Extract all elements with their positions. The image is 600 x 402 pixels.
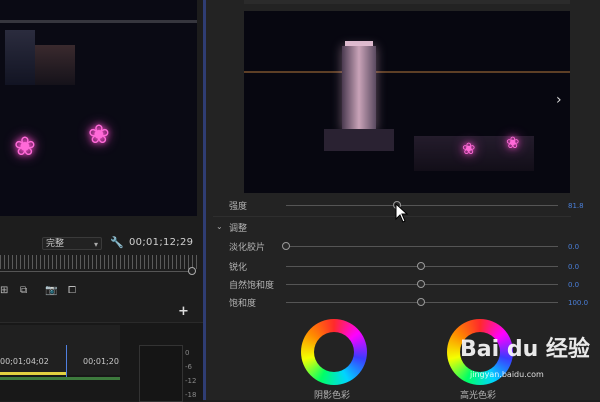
baidu-jingyan-watermark: Bai du 经验	[460, 337, 590, 362]
param-slider-track[interactable]	[286, 246, 558, 247]
meter-tick-label: -6	[185, 363, 192, 371]
compare-view-icon[interactable]: ⧠	[68, 285, 76, 296]
playhead-handle[interactable]	[188, 267, 196, 275]
plus-icon[interactable]: +	[178, 304, 189, 319]
quality-value: 完整	[46, 239, 65, 249]
intensity-slider-track[interactable]	[286, 205, 558, 206]
meter-tick-label: 0	[185, 349, 190, 357]
meter-tick-label: -12	[185, 377, 197, 385]
highlight-tint-label: 高光色彩	[460, 391, 497, 401]
shoreline-lights	[0, 20, 197, 23]
param-value[interactable]: 100.0	[568, 299, 588, 307]
param-value[interactable]: 0.0	[568, 263, 579, 271]
export-frame-icon[interactable]: ⧉	[20, 285, 27, 296]
lotus-light-decoration: ❀	[14, 132, 36, 162]
mouse-cursor-icon	[395, 203, 409, 223]
lotus-light-decoration: ❀	[462, 139, 476, 158]
adjustments-section-title[interactable]: 调整	[229, 221, 247, 234]
param-value[interactable]: 0.0	[568, 243, 579, 251]
chevron-down-icon: ▾	[93, 240, 98, 249]
time-ruler[interactable]	[0, 255, 197, 269]
plaza-area	[0, 170, 197, 216]
render-bar	[0, 377, 120, 380]
timeline-timecode-label: 00;01;20	[83, 357, 119, 366]
shadow-tint-label: 阴影色彩	[314, 391, 351, 401]
skyline-lights	[244, 71, 570, 73]
shadow-tint-wheel[interactable]	[301, 319, 367, 385]
camera-icon[interactable]: 📷	[45, 285, 57, 296]
param-label: 锐化	[229, 263, 248, 273]
insert-icon[interactable]: ⊞	[0, 285, 8, 296]
section-divider	[213, 216, 571, 217]
param-label: 自然饱和度	[229, 281, 275, 291]
watermark-url: jingyan.baidu.com	[470, 370, 544, 379]
lit-tower	[342, 46, 376, 131]
timeline-ruler[interactable]	[0, 325, 120, 375]
timeline-timecode-label: 00;01;04;02	[0, 357, 49, 366]
playback-quality-select[interactable]: 完整 ▾	[42, 237, 102, 250]
intensity-value[interactable]: 81.8	[568, 202, 584, 210]
wheel-center[interactable]	[314, 332, 354, 372]
param-value[interactable]: 0.0	[568, 281, 579, 289]
param-slider-knob[interactable]	[282, 242, 290, 250]
panel-header-strip	[244, 0, 570, 4]
building-silhouette	[5, 30, 35, 85]
chevron-right-icon[interactable]: ›	[556, 92, 562, 108]
param-slider-knob[interactable]	[417, 262, 425, 270]
scrubber-bar[interactable]	[0, 271, 192, 272]
param-label: 饱和度	[229, 299, 257, 309]
building-base	[324, 129, 394, 151]
timeline-marker	[66, 345, 67, 380]
program-timecode[interactable]: 00;01;12;29	[129, 237, 193, 248]
building-silhouette	[35, 45, 75, 85]
audio-meter	[139, 345, 183, 402]
chevron-down-icon[interactable]: ⌄	[216, 222, 223, 231]
param-slider-knob[interactable]	[417, 298, 425, 306]
work-area-bar[interactable]	[0, 372, 66, 375]
lotus-light-decoration: ❀	[88, 120, 110, 150]
lotus-light-decoration: ❀	[506, 133, 520, 152]
param-slider-knob[interactable]	[417, 280, 425, 288]
program-monitor-video[interactable]: ❀ ❀	[0, 0, 197, 216]
intensity-label: 强度	[229, 202, 248, 212]
wrench-icon[interactable]: 🔧	[110, 236, 124, 249]
meter-tick-label: -18	[185, 391, 197, 399]
look-preview[interactable]: ❀ ❀	[244, 11, 570, 193]
param-label: 淡化胶片	[229, 243, 266, 253]
